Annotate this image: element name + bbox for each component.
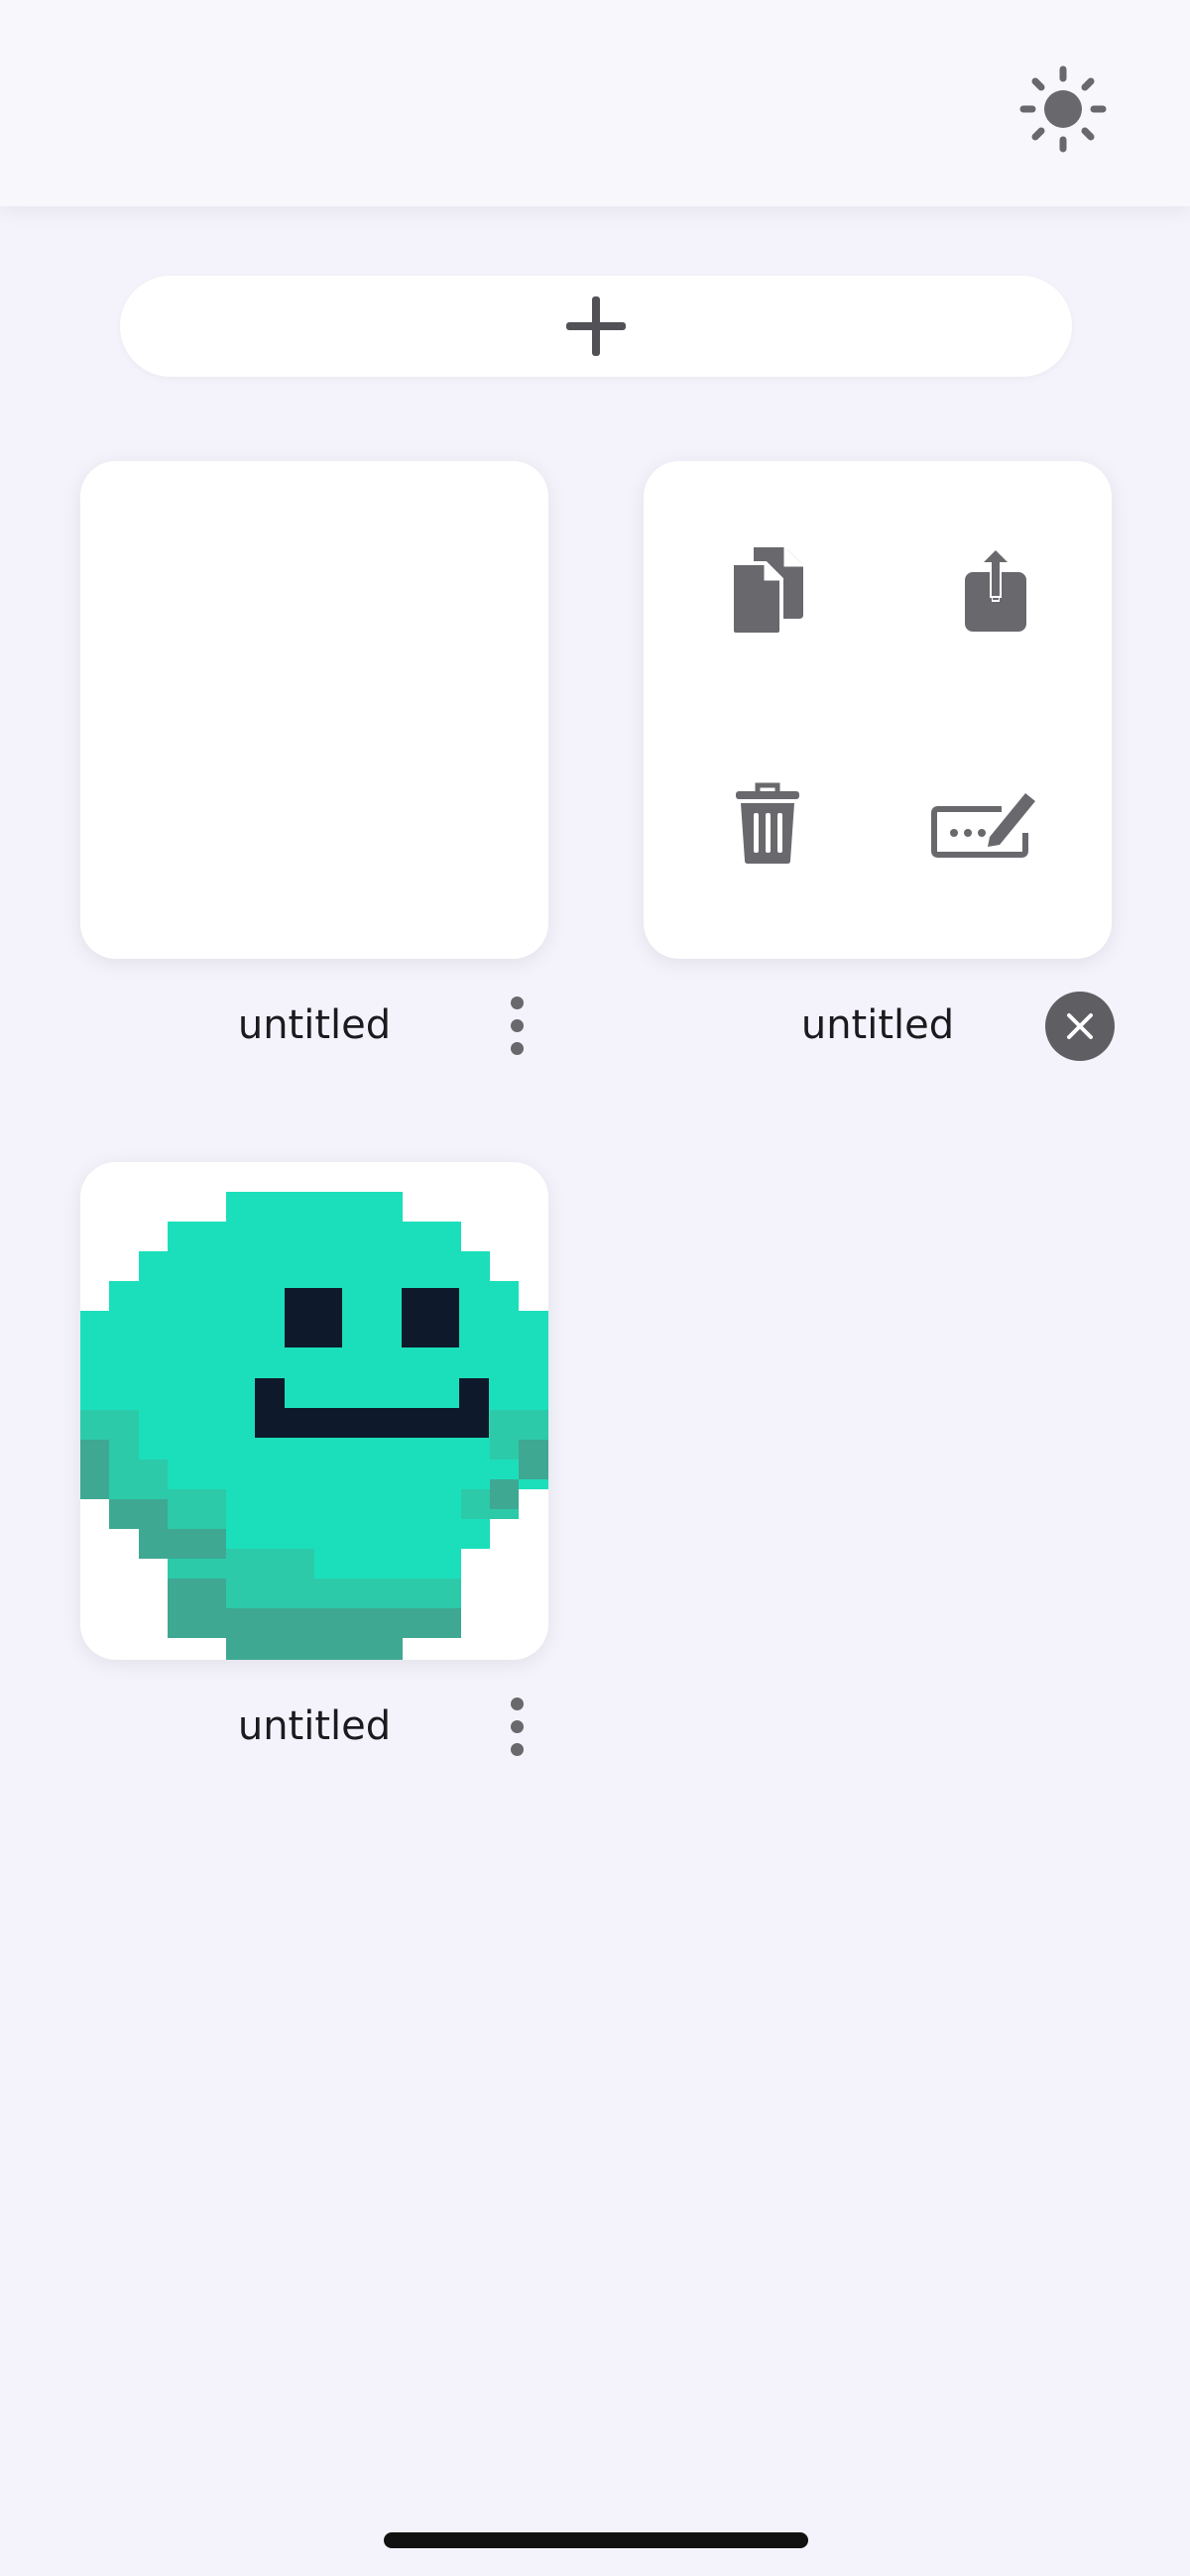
home-indicator[interactable] <box>384 2532 808 2548</box>
share-button[interactable] <box>936 531 1055 650</box>
delete-button[interactable] <box>708 763 827 882</box>
more-options-button[interactable] <box>495 1687 538 1766</box>
app-screen: untitled untitled untitled <box>0 0 1190 2576</box>
duplicate-button[interactable] <box>708 531 827 650</box>
rename-icon <box>931 793 1035 858</box>
more-dot <box>510 1018 524 1032</box>
close-icon <box>1067 1013 1093 1039</box>
share-icon <box>965 546 1026 632</box>
top-bar <box>0 0 1190 206</box>
more-dot <box>510 1041 524 1055</box>
project-card[interactable] <box>80 461 548 959</box>
more-dot <box>510 1697 524 1710</box>
project-card[interactable] <box>80 1162 548 1660</box>
trash-icon <box>736 782 799 864</box>
more-dot <box>510 1742 524 1756</box>
duplicate-icon <box>730 547 803 637</box>
more-options-button[interactable] <box>495 986 538 1065</box>
close-actions-button[interactable] <box>1045 992 1115 1061</box>
more-dot <box>510 1719 524 1733</box>
sun-icon <box>1019 65 1107 153</box>
pixel-smiley-thumbnail <box>80 1162 548 1660</box>
project-name: untitled <box>237 1703 392 1749</box>
more-dot <box>510 995 524 1009</box>
project-name: untitled <box>800 1002 955 1048</box>
project-name: untitled <box>237 1002 392 1048</box>
new-project-button[interactable] <box>120 276 1072 377</box>
project-card-actions <box>644 461 1112 959</box>
theme-toggle-button[interactable] <box>1012 58 1115 161</box>
plus-icon <box>566 296 626 356</box>
rename-button[interactable] <box>926 763 1045 882</box>
project-thumbnail-blank <box>80 461 548 959</box>
